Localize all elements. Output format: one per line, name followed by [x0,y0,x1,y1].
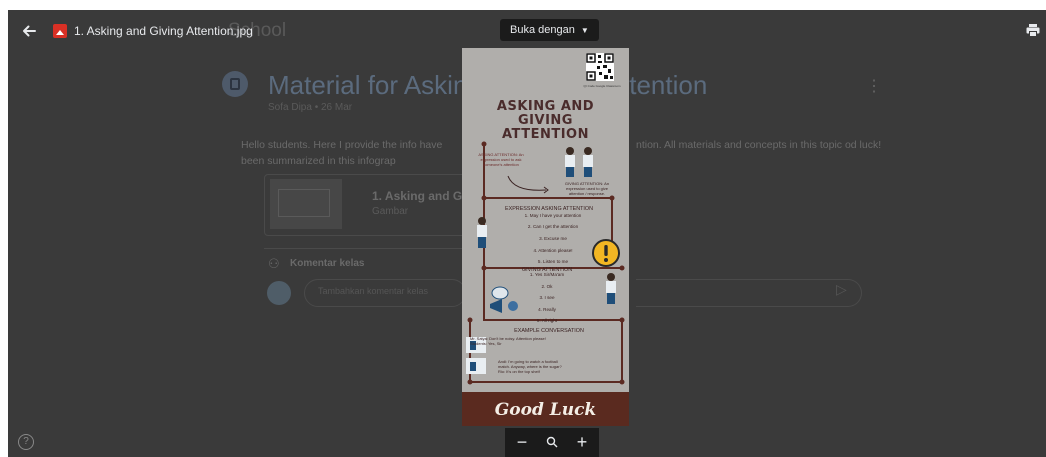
giving-item: 3. I see [539,295,555,300]
giving-item: 1. Yes Sir/Ma'am [529,272,565,277]
open-with-label: Buka dengan [510,24,575,36]
plus-icon: + [576,432,588,452]
conversation-line: Rio: It's on the top shelf [498,369,540,374]
file-name: 1. Asking and Giving Attention.jpg [74,24,253,38]
more-options-icon: ⋮ [866,78,882,95]
conversation-one: Mr. Satya: Don't be noisy. Attention ple… [470,336,625,346]
background-title-left: Material for Askin [268,70,468,100]
example-conversation-heading: EXAMPLE CONVERSATION [514,328,584,334]
people-icon: ⚇ [268,256,280,271]
conversation-line: Students: Yes, Sir [470,341,502,346]
asking-def-line: someone's attention [483,162,519,167]
giving-def-line: attention / response. [568,191,606,196]
asking-item: 1. May I have your attention [524,213,582,218]
zoom-reset-button[interactable] [541,432,563,454]
avatar [267,281,291,305]
image-viewer-overlay: School Material for Askin ttention ⋮ Sof… [8,10,1046,457]
expression-asking-heading: EXPRESSION ASKING ATTENTION [505,206,593,212]
back-icon[interactable] [20,22,38,40]
attachment-title: 1. Asking and Gi [372,189,466,203]
comment-input-right [636,279,862,307]
send-icon: ▷ [836,281,847,297]
infographic-image: Qr Code Google Classroom ASKING AND GIVI… [462,48,629,426]
divider [264,248,464,249]
help-circle-icon[interactable]: ? [18,434,34,450]
conversation-two: Andi: I'm going to watch a football matc… [498,359,623,374]
printer-icon[interactable] [1026,23,1040,37]
background-meta: Sofa Dipa • 26 Mar [268,102,353,113]
image-file-icon [53,24,67,38]
comment-placeholder: Tambahkan komentar kelas [318,286,429,296]
attachment-type: Gambar [372,206,409,217]
minus-icon: − [516,432,528,452]
warning-icon [592,239,620,267]
assignment-icon [222,71,248,97]
background-description-left: Hello students. Here I provide the info … [241,139,443,167]
infographic-title-line1: ASKING AND GIVING [496,99,595,128]
magnifier-icon [546,436,558,448]
infographic-title: ASKING AND GIVING ATTENTION [468,100,623,142]
asking-definition: ASKING ATTENTION: An expression used to … [468,152,534,167]
infographic-footer: Good Luck [462,392,629,426]
qr-code [586,53,614,81]
infographic-title-line2: ATTENTION [502,127,589,142]
giving-item: 5. All right [536,318,558,323]
open-with-button[interactable]: Buka dengan ▼ [500,19,599,41]
background-description-right: ntion. All materials and concepts in thi… [636,139,882,151]
zoom-out-button[interactable]: − [511,432,533,452]
attachment-thumbnail [270,179,342,229]
asking-item: 2. Can I get the attention [527,224,579,229]
qr-caption: Qr Code Google Classroom [583,84,621,88]
zoom-in-button[interactable]: + [571,432,593,452]
giving-item: 4. Really [538,307,556,312]
class-comments-label: Komentar kelas [290,258,365,269]
caret-down-icon: ▼ [580,26,589,35]
giving-definition: GIVING ATTENTION: An expression used to … [550,181,624,196]
footer-text: Good Luck [494,400,597,420]
zoom-controls: − + [505,428,599,457]
giving-item: 2. Ok [541,284,553,289]
background-title-right: ttention [622,70,708,100]
